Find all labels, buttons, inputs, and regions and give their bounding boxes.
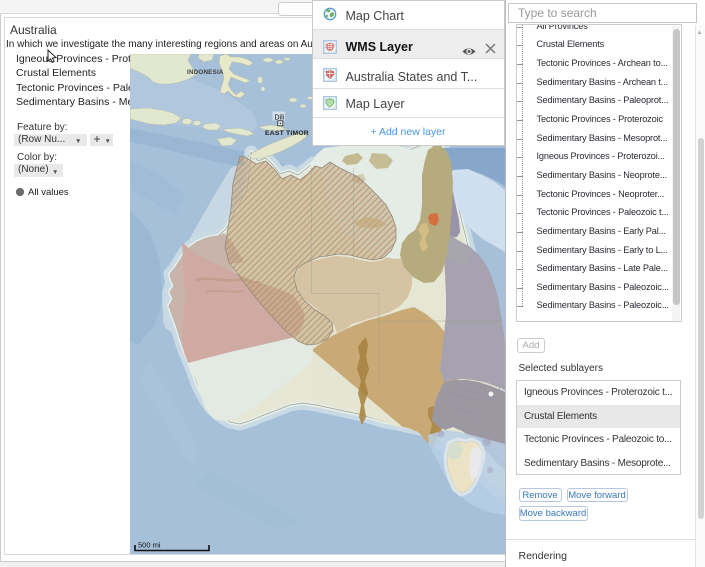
svg-text:INDONESIA: INDONESIA: [187, 69, 224, 76]
svg-text:EAST TIMOR: EAST TIMOR: [265, 130, 309, 137]
svg-text:500 mi: 500 mi: [138, 541, 161, 550]
